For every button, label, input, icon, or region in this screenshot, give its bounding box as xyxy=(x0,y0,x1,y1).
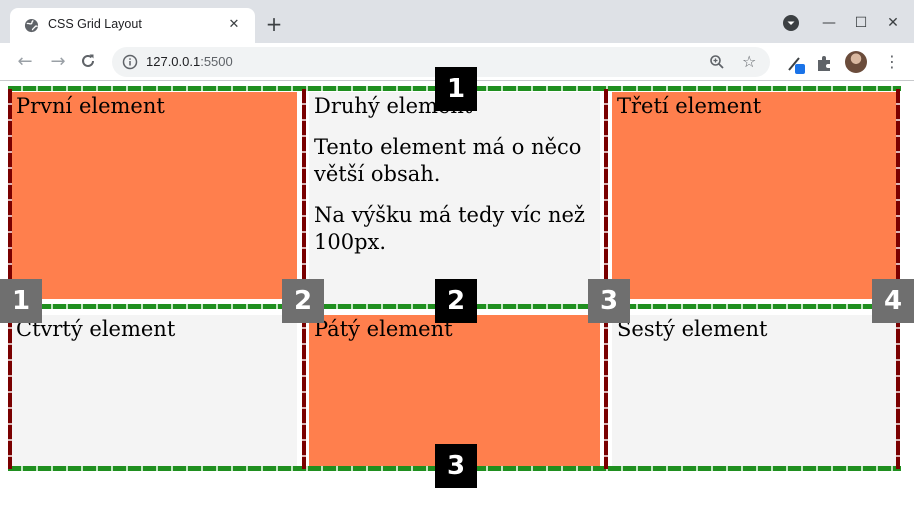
column-line-badge-2: 2 xyxy=(282,279,324,323)
back-arrow-icon[interactable]: ← xyxy=(14,51,36,73)
grid-item-3: Třetí element xyxy=(609,89,901,302)
cell-4-text: Čtvrtý element xyxy=(16,317,176,341)
row-line-badge-3: 3 xyxy=(435,444,477,488)
zoom-icon[interactable] xyxy=(709,54,725,70)
eyedropper-extension-icon[interactable] xyxy=(784,52,808,76)
browser-tab[interactable]: CSS Grid Layout ✕ xyxy=(10,8,255,43)
tab-title: CSS Grid Layout xyxy=(48,17,142,31)
close-window-button[interactable]: ✕ xyxy=(882,12,904,34)
row-line-badge-1: 1 xyxy=(435,67,477,111)
grid-item-1: První element xyxy=(8,89,300,302)
url-text: 127.0.0.1:5500 xyxy=(146,54,233,69)
column-line-badge-1: 1 xyxy=(0,279,42,323)
cell-3-text: Třetí element xyxy=(617,94,762,118)
row-line-badge-2: 2 xyxy=(435,279,477,323)
tab-close-icon[interactable]: ✕ xyxy=(225,16,243,34)
menu-dots-icon[interactable]: ⋮ xyxy=(884,51,900,73)
column-line-badge-3: 3 xyxy=(588,279,630,323)
cell-2-paragraph-2: Na výšku má tedy víc než 100px. xyxy=(314,203,585,254)
new-tab-button[interactable]: + xyxy=(264,14,284,34)
url-host: 127.0.0.1 xyxy=(146,54,201,69)
page-content: První element Druhý element Tento elemen… xyxy=(0,67,914,511)
grid-item-6: Šestý element xyxy=(609,312,901,469)
reload-icon[interactable] xyxy=(79,52,97,70)
cell-2-paragraph-1: Tento element má o něco větší obsah. xyxy=(314,135,582,186)
forward-arrow-icon[interactable]: → xyxy=(47,51,69,73)
bookmark-star-icon[interactable]: ☆ xyxy=(742,52,756,71)
grid-item-4: Čtvrtý element xyxy=(8,312,300,469)
url-port: :5500 xyxy=(200,54,233,69)
extensions-puzzle-icon[interactable] xyxy=(815,53,835,73)
cell-1-text: První element xyxy=(16,94,165,118)
globe-icon xyxy=(24,18,39,33)
cell-6-text: Šestý element xyxy=(617,317,768,341)
maximize-button[interactable]: ☐ xyxy=(850,12,872,34)
info-icon[interactable] xyxy=(122,54,138,70)
profile-dropdown-icon[interactable] xyxy=(782,14,800,32)
profile-avatar[interactable] xyxy=(845,51,867,73)
column-line-badge-4: 4 xyxy=(872,279,914,323)
minimize-button[interactable]: — xyxy=(818,12,840,34)
